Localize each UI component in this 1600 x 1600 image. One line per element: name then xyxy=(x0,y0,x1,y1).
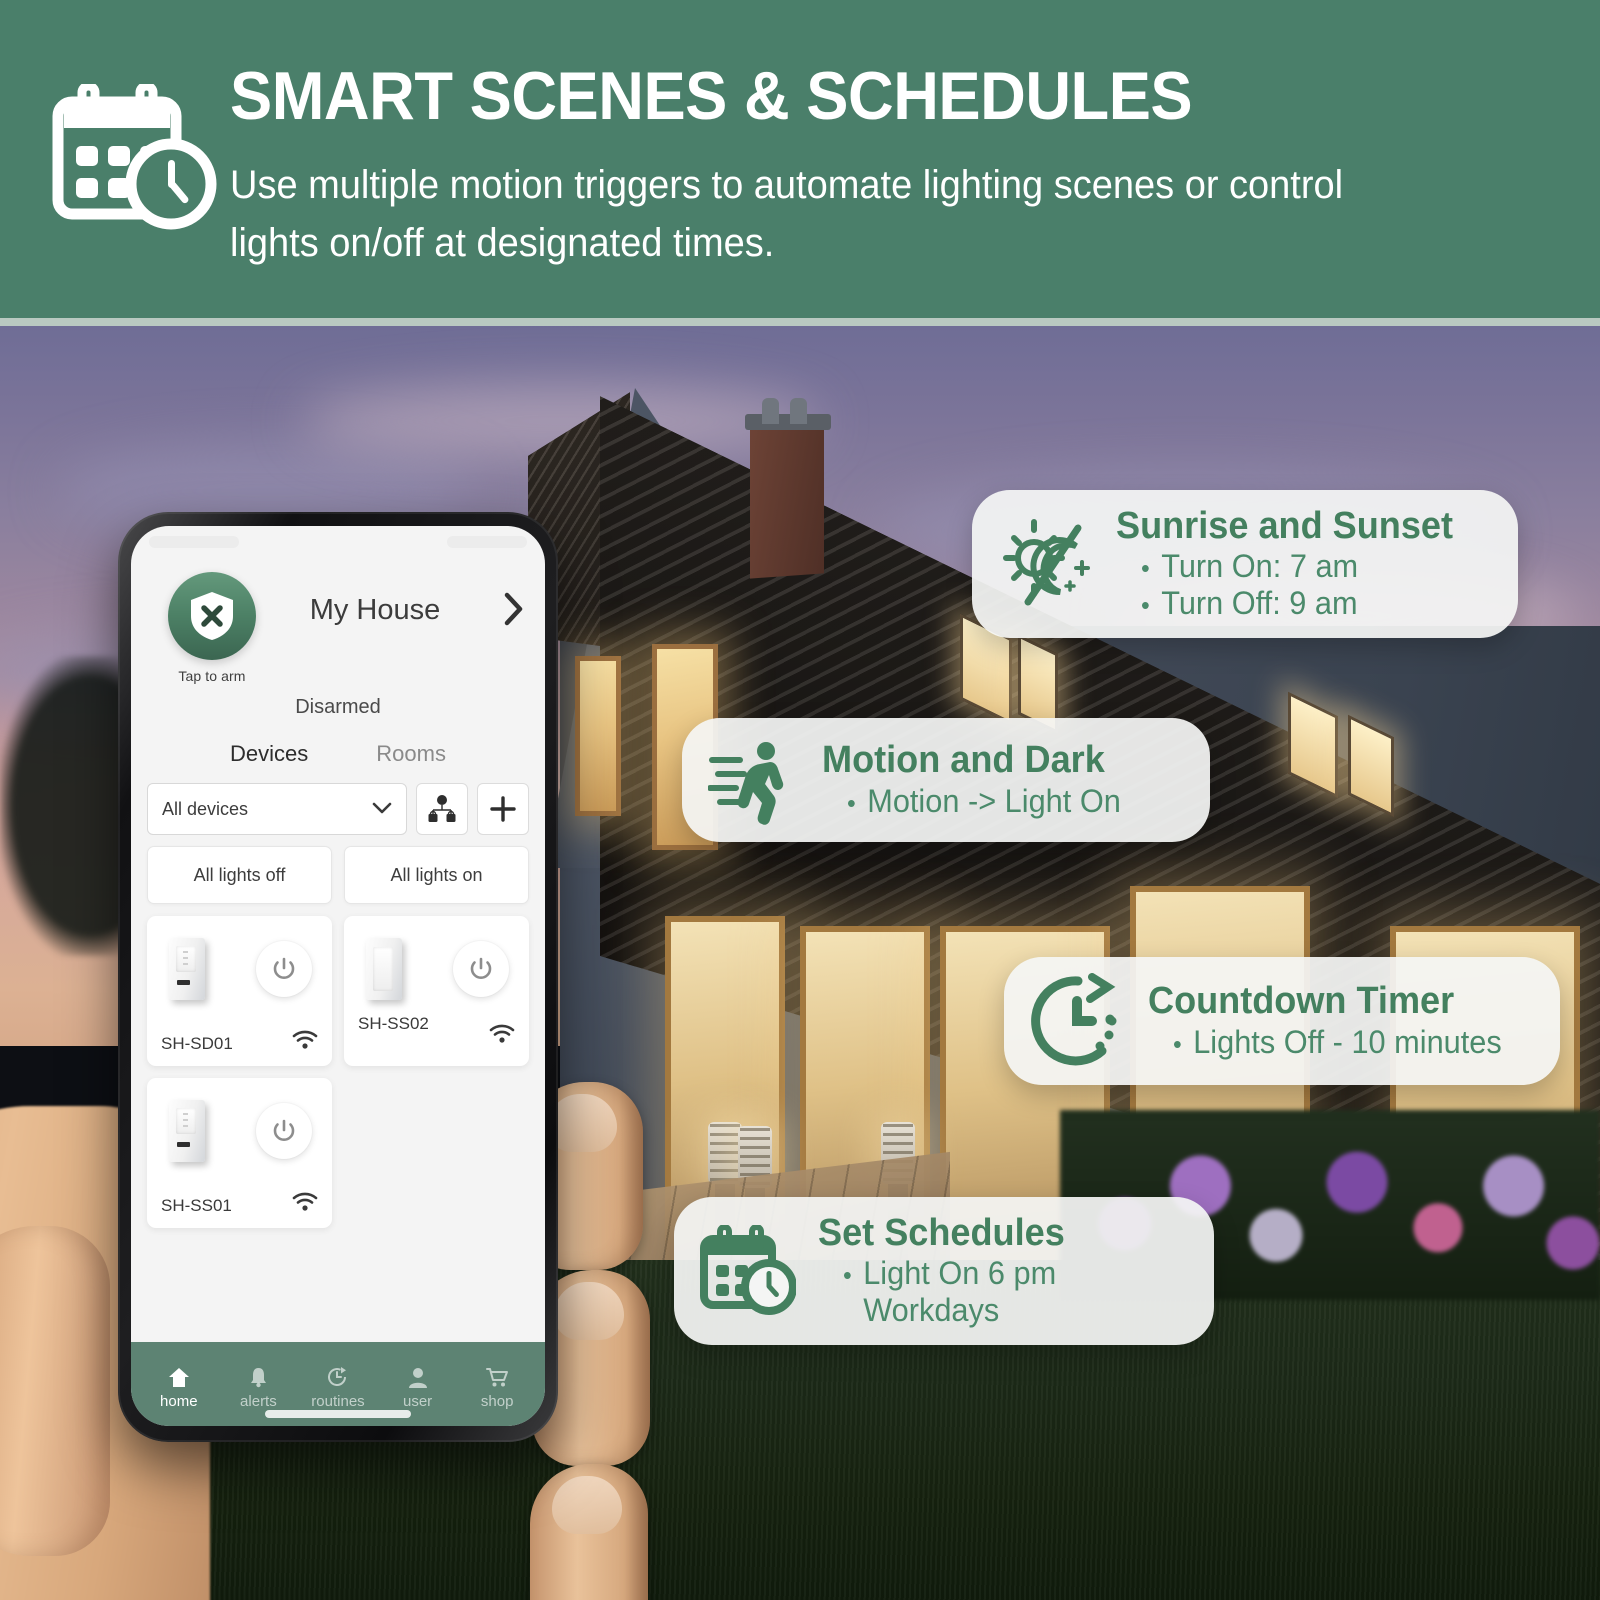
page-subtitle: Use multiple motion triggers to automate… xyxy=(230,163,1344,266)
countdown-clock-icon xyxy=(1030,973,1126,1069)
all-lights-on-button[interactable]: All lights on xyxy=(344,846,529,904)
device-name: SH-SS02 xyxy=(358,1014,429,1033)
status-bar xyxy=(131,526,545,560)
tap-to-arm-label: Tap to arm xyxy=(178,668,246,684)
all-lights-off-button[interactable]: All lights off xyxy=(147,846,332,904)
nav-item-shop[interactable]: shop xyxy=(457,1364,537,1410)
wifi-icon xyxy=(292,1030,318,1054)
plus-icon[interactable] xyxy=(477,783,529,835)
bell-icon xyxy=(219,1364,299,1390)
device-card[interactable]: SH-SS01 xyxy=(147,1078,332,1228)
calendar-clock-icon xyxy=(700,1225,796,1317)
power-icon[interactable] xyxy=(256,941,312,997)
calendar-clock-icon xyxy=(48,62,220,234)
header-banner: SMART SCENES & SCHEDULES Use multiple mo… xyxy=(0,0,1600,318)
bullet-icon: • xyxy=(1172,1028,1182,1059)
toggle-switch-image xyxy=(366,938,402,1000)
bullet-icon: • xyxy=(842,1260,852,1291)
callout-item: Lights Off - 10 minutes xyxy=(1193,1023,1502,1060)
person-icon xyxy=(378,1364,458,1390)
callout-title: Countdown Timer xyxy=(1148,980,1455,1023)
device-group-icon[interactable] xyxy=(416,783,468,835)
bottom-navigation: home alerts routines user shop xyxy=(131,1342,545,1426)
filter-row: All devices xyxy=(147,783,529,835)
shield-disarmed-icon[interactable] xyxy=(168,572,256,660)
wifi-icon xyxy=(489,1024,515,1048)
nav-label: routines xyxy=(311,1393,365,1410)
callout-motion-dark: Motion and Dark • Motion -> Light On xyxy=(682,718,1210,842)
nav-item-routines[interactable]: routines xyxy=(298,1364,378,1410)
callout-list: • Motion -> Light On xyxy=(822,783,1176,820)
dimmer-switch-image xyxy=(169,938,205,1000)
power-icon[interactable] xyxy=(453,941,509,997)
dimmer-switch-image xyxy=(169,1100,205,1162)
status-badge: Disarmed xyxy=(295,696,381,718)
walking-person-motion-icon xyxy=(708,734,800,826)
page-title: SMART SCENES & SCHEDULES xyxy=(230,58,1193,134)
callout-item: Turn On: 7 am xyxy=(1161,548,1359,585)
callout-countdown-timer: Countdown Timer • Lights Off - 10 minutes xyxy=(1004,957,1560,1085)
chevron-right-icon[interactable] xyxy=(479,572,525,632)
home-icon xyxy=(139,1364,219,1390)
chimney-cap xyxy=(745,414,831,430)
house-name-label[interactable]: My House xyxy=(271,572,479,627)
arm-control[interactable]: Tap to arm xyxy=(153,572,271,684)
bullet-icon: • xyxy=(1140,553,1150,584)
nav-item-alerts[interactable]: alerts xyxy=(219,1364,299,1410)
tab-devices[interactable]: Devices xyxy=(230,741,308,767)
bullet-icon: • xyxy=(846,787,856,818)
callout-item: Motion -> Light On xyxy=(867,782,1121,819)
home-indicator xyxy=(265,1410,411,1418)
callout-set-schedules: Set Schedules • Light On 6 pm Workdays xyxy=(674,1197,1214,1346)
nav-label: user xyxy=(402,1393,433,1410)
nav-label: home xyxy=(160,1393,198,1410)
power-icon[interactable] xyxy=(256,1103,312,1159)
sun-moon-slash-icon xyxy=(998,516,1094,612)
callout-list: • Lights Off - 10 minutes xyxy=(1148,1024,1526,1061)
callout-item: Turn Off: 9 am xyxy=(1161,585,1358,622)
chimney xyxy=(750,423,824,579)
smartphone-device: Tap to arm My House Disarmed Devices Roo… xyxy=(118,512,558,1442)
device-filter-value: All devices xyxy=(162,798,249,819)
device-grid: SH-SD01 SH-SS02 SH-SS01 xyxy=(147,916,529,1228)
header-divider xyxy=(0,318,1600,326)
window-upper-left xyxy=(575,656,621,816)
clock-arrow-icon xyxy=(298,1364,378,1390)
phone-screen: Tap to arm My House Disarmed Devices Roo… xyxy=(131,526,545,1426)
callout-title: Motion and Dark xyxy=(822,739,1105,782)
callout-item: Light On 6 pm Workdays xyxy=(863,1255,1057,1329)
device-filter-select[interactable]: All devices xyxy=(147,783,407,835)
cart-icon xyxy=(457,1364,537,1390)
chimney-pipe xyxy=(762,398,779,424)
header-text-block: SMART SCENES & SCHEDULES Use multiple mo… xyxy=(220,62,1560,273)
device-card[interactable]: SH-SD01 xyxy=(147,916,332,1066)
nav-item-home[interactable]: home xyxy=(139,1364,219,1410)
wifi-icon xyxy=(292,1192,318,1216)
arm-header-row: Tap to arm My House xyxy=(147,560,529,684)
device-name: SH-SD01 xyxy=(161,1034,233,1053)
bullet-icon: • xyxy=(1140,590,1150,621)
callout-list: • Light On 6 pm Workdays xyxy=(818,1255,1180,1329)
quick-actions-row: All lights off All lights on xyxy=(147,846,529,904)
nav-label: alerts xyxy=(240,1393,277,1410)
app-content: Tap to arm My House Disarmed Devices Roo… xyxy=(131,560,545,1342)
chimney-pipe xyxy=(790,398,807,424)
tab-bar: Devices Rooms xyxy=(147,741,529,767)
device-name: SH-SS01 xyxy=(161,1196,232,1215)
callout-title: Sunrise and Sunset xyxy=(1116,505,1454,547)
callout-sunrise-sunset: Sunrise and Sunset • Turn On: 7 am • Turn … xyxy=(972,490,1518,639)
nav-label: shop xyxy=(480,1393,514,1410)
callout-title: Set Schedules xyxy=(818,1212,1065,1254)
chevron-down-icon[interactable] xyxy=(372,799,392,820)
nav-item-user[interactable]: user xyxy=(378,1364,458,1410)
callout-list: • Turn On: 7 am • Turn Off: 9 am xyxy=(1116,548,1484,622)
device-card[interactable]: SH-SS02 xyxy=(344,916,529,1066)
tab-rooms[interactable]: Rooms xyxy=(376,741,446,767)
